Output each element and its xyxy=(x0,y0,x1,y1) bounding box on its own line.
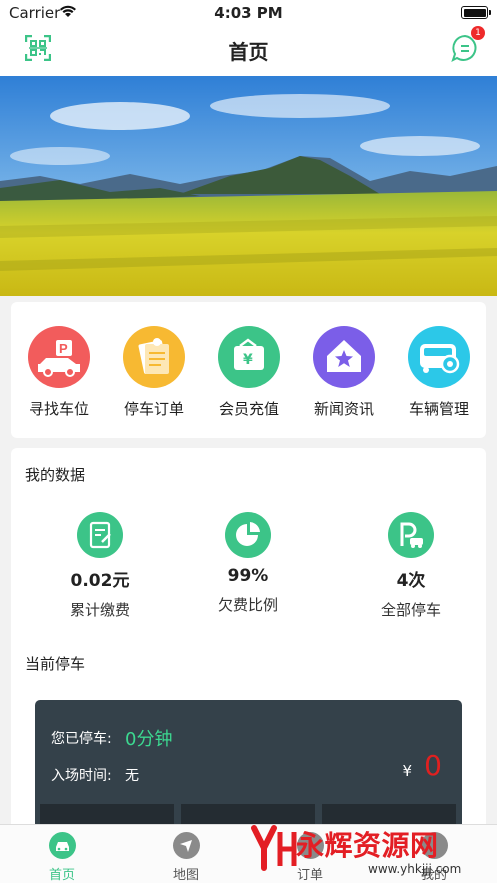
entry-time-label: 入场时间: xyxy=(51,768,112,784)
parking-car-icon: P xyxy=(28,326,90,388)
my-data-card: 我的数据 0.02元 累计缴费 99% 欠费比例 4次 全部停车 当前停车 您已… xyxy=(11,448,486,883)
menu-vehicle-management[interactable]: 车辆管理 xyxy=(399,326,479,419)
status-bar: Carrier 4:03 PM xyxy=(0,0,497,26)
current-parking-title: 当前停车 xyxy=(25,655,86,673)
stat-label: 欠费比例 xyxy=(217,596,278,614)
stat-value: 0.02元 xyxy=(70,571,130,591)
menu-label: 停车订单 xyxy=(123,400,184,418)
parking-icon xyxy=(388,512,434,558)
order-list-icon xyxy=(123,326,185,388)
entry-time-value: 无 xyxy=(125,768,139,784)
menu-parking-orders[interactable]: 停车订单 xyxy=(114,326,194,419)
nav-bar: 首页 1 xyxy=(0,26,497,76)
stat-value: 99% xyxy=(227,566,269,586)
navigation-icon xyxy=(172,832,200,859)
payment-doc-icon xyxy=(77,512,123,558)
stat-value: 4次 xyxy=(396,571,426,591)
menu-label: 车辆管理 xyxy=(408,400,469,418)
svg-text:P: P xyxy=(59,341,68,356)
pie-chart-icon xyxy=(225,512,271,558)
menu-label: 寻找车位 xyxy=(28,400,89,418)
tab-map[interactable]: 地图 xyxy=(146,832,226,883)
watermark-text: 永辉资源网 xyxy=(296,829,439,862)
stat-label: 全部停车 xyxy=(380,601,441,619)
watermark-url: www.yhkjjj.com xyxy=(368,862,462,876)
wallet-icon: ¥ xyxy=(218,326,280,388)
stat-arrears-ratio[interactable]: 99% 欠费比例 xyxy=(178,512,318,615)
watermark: 永辉资源网 www.yhkjjj.com xyxy=(248,820,497,883)
tab-label: 地图 xyxy=(172,868,199,883)
stat-total-parking[interactable]: 4次 全部停车 xyxy=(341,512,481,620)
currency-symbol: ¥ xyxy=(402,762,412,780)
svg-text:¥: ¥ xyxy=(243,352,253,368)
menu-label: 新闻资讯 xyxy=(313,400,374,418)
page-title: 首页 xyxy=(228,40,269,64)
parked-duration-value: 0分钟 xyxy=(125,729,173,750)
parking-fee-amount: 0 xyxy=(424,749,442,782)
menu-label: 会员充值 xyxy=(218,400,279,418)
message-badge: 1 xyxy=(471,26,485,40)
parked-duration-label: 您已停车: xyxy=(51,731,112,747)
car-home-icon xyxy=(48,832,76,859)
menu-find-parking[interactable]: P 寻找车位 xyxy=(19,326,99,419)
stat-total-paid[interactable]: 0.02元 累计缴费 xyxy=(30,512,170,620)
banner-image[interactable] xyxy=(0,76,497,296)
battery-icon xyxy=(461,6,491,19)
stat-label: 累计缴费 xyxy=(69,601,130,619)
my-data-title: 我的数据 xyxy=(25,466,86,484)
vehicle-settings-icon xyxy=(408,326,470,388)
watermark-logo xyxy=(251,825,297,871)
news-home-icon xyxy=(313,326,375,388)
quick-menu: P 寻找车位 停车订单 ¥ 会员充值 新闻资讯 车辆管理 xyxy=(11,302,486,438)
clock: 4:03 PM xyxy=(214,4,283,22)
tab-home[interactable]: 首页 xyxy=(22,832,102,883)
menu-member-recharge[interactable]: ¥ 会员充值 xyxy=(209,326,289,419)
tab-label: 首页 xyxy=(48,868,75,883)
menu-news[interactable]: 新闻资讯 xyxy=(304,326,384,419)
